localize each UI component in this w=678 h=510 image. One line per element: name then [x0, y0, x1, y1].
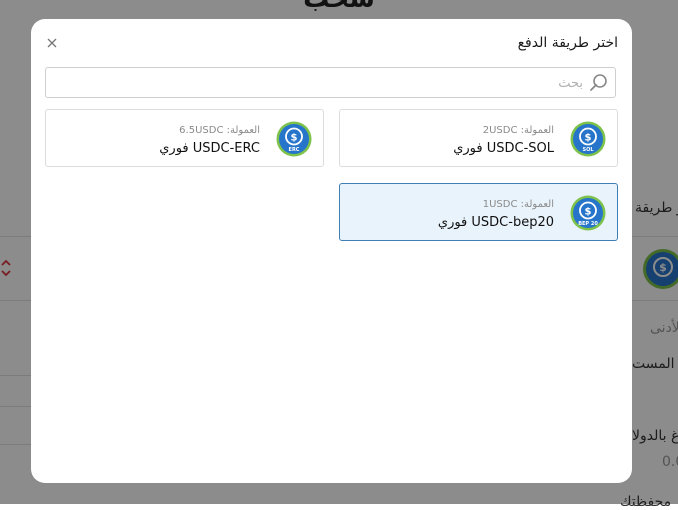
method-name: USDC-bep20 فوري	[437, 215, 554, 230]
search-icon	[589, 73, 609, 93]
payment-method-card-usdc-bep20[interactable]: $ BEP 20 العمولة: 1USDC USDC-bep20 فوري	[339, 183, 618, 241]
svg-text:SOL: SOL	[582, 147, 594, 153]
payment-method-card-usdc-erc[interactable]: $ ERC العمولة: 6.5USDC USDC-ERC فوري	[45, 109, 324, 167]
method-fee: العمولة: 6.5USDC	[179, 125, 260, 136]
modal-title: اختر طريقة الدفع	[517, 35, 618, 51]
method-fee: العمولة: 1USDC	[482, 199, 554, 210]
usdc-erc-coin-icon: $ ERC	[276, 121, 312, 157]
method-fee: العمولة: 2USDC	[482, 125, 554, 136]
svg-text:ERC: ERC	[289, 147, 300, 153]
svg-text:$: $	[585, 133, 592, 144]
method-name: USDC-SOL فوري	[453, 141, 554, 156]
close-button[interactable]	[43, 33, 61, 51]
payment-method-card-usdc-sol[interactable]: $ SOL العمولة: 2USDC USDC-SOL فوري	[339, 109, 618, 167]
method-name: USDC-ERC فوري	[159, 141, 260, 156]
usdc-bep20-coin-icon: $ BEP 20	[570, 195, 606, 231]
search-input[interactable]	[56, 72, 583, 94]
svg-text:$: $	[291, 133, 298, 144]
usdc-sol-coin-icon: $ SOL	[570, 121, 606, 157]
search-box	[45, 67, 616, 98]
svg-text:BEP 20: BEP 20	[578, 221, 598, 227]
payment-method-modal: اختر طريقة الدفع $ SOL العمولة: 2USDC US…	[31, 19, 632, 483]
close-icon	[47, 33, 57, 52]
svg-text:$: $	[585, 207, 592, 218]
